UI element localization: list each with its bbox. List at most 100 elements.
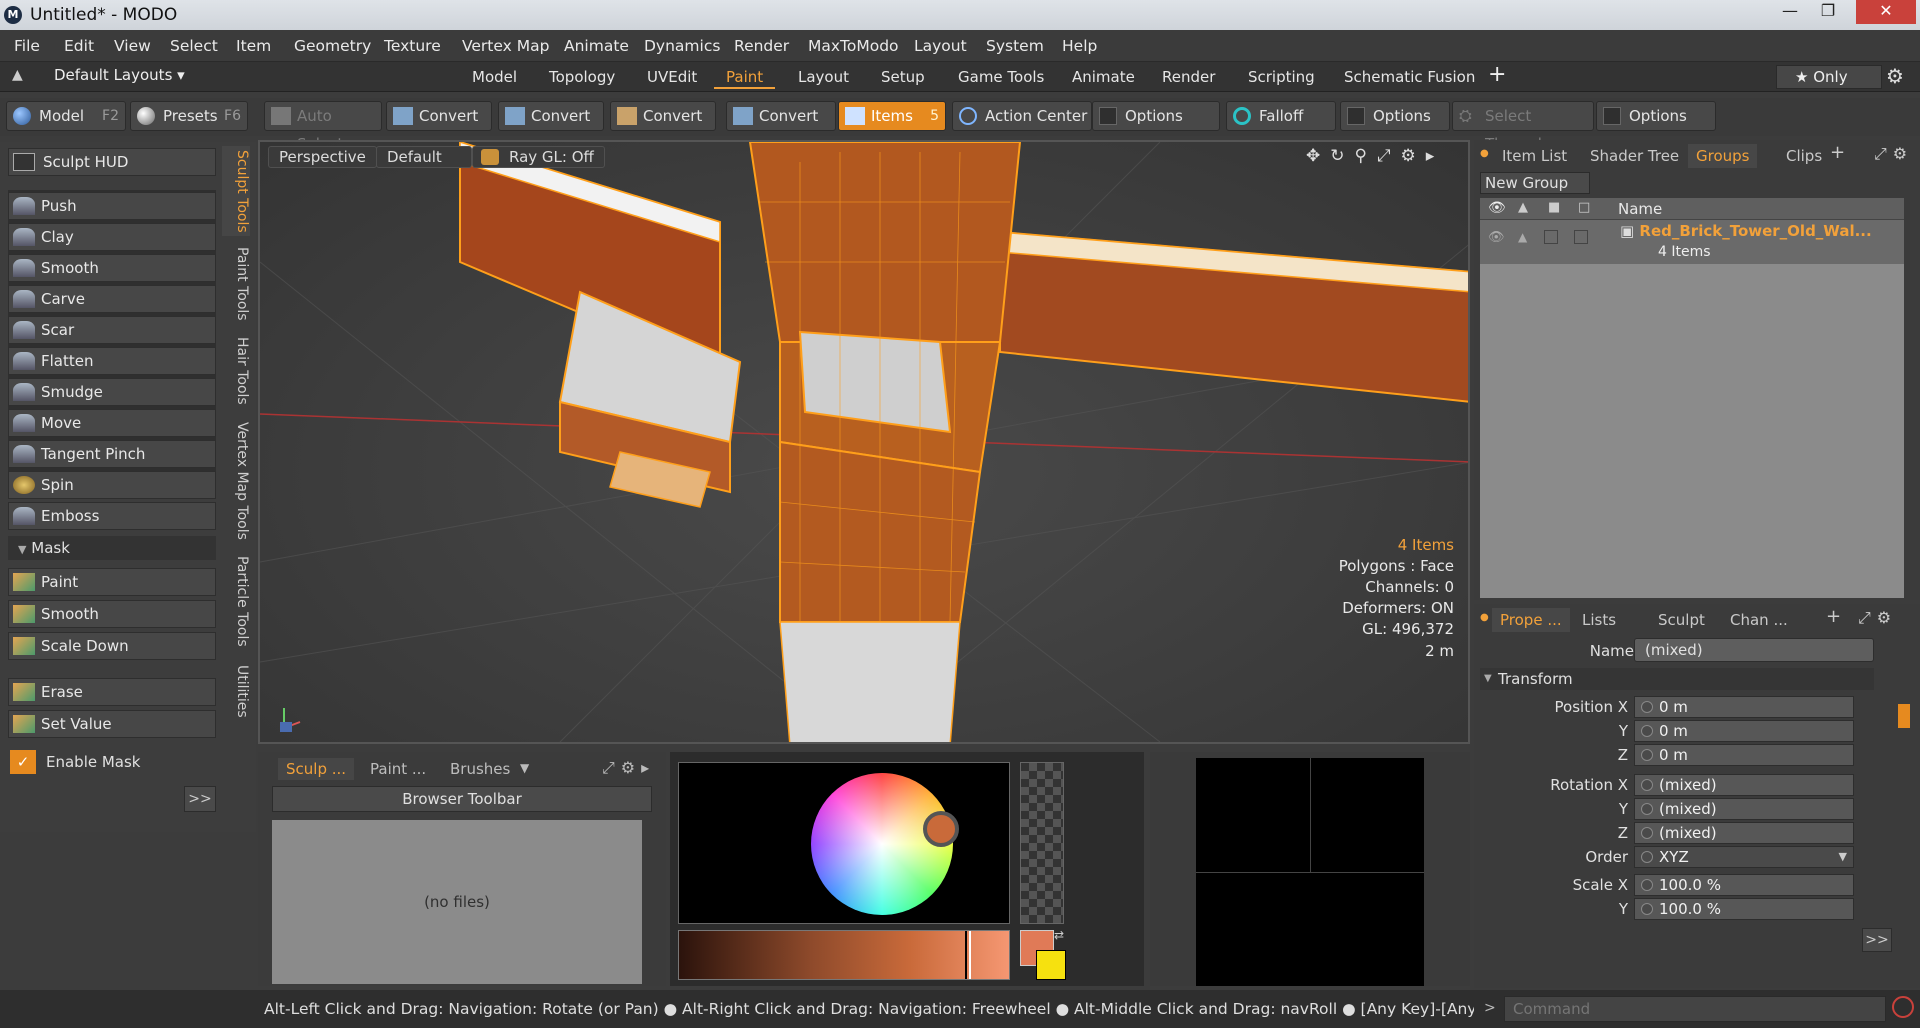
menu-vertex-map[interactable]: Vertex Map	[462, 37, 549, 55]
shading-dropdown[interactable]: Default	[376, 146, 472, 168]
tool-clay[interactable]: Clay	[8, 223, 216, 251]
presets-button[interactable]: Presets F6	[130, 101, 248, 131]
panel-options-icons[interactable]: ⤢⚙▸	[602, 758, 655, 778]
add-panel-button[interactable]: +	[1826, 606, 1841, 627]
convert-button-3[interactable]: Convert	[610, 101, 716, 131]
name-column-header[interactable]: Name	[1618, 200, 1662, 218]
menu-maxtomodo[interactable]: MaxToModo	[808, 37, 899, 55]
select-icon[interactable]: □	[1578, 200, 1590, 215]
file-browser-area[interactable]: (no files)	[272, 820, 642, 984]
render-icon[interactable]: ▲	[1518, 230, 1527, 244]
mask-smooth[interactable]: Smooth	[8, 600, 216, 628]
menu-animate[interactable]: Animate	[564, 37, 629, 55]
secondary-color-swatch[interactable]	[1036, 950, 1066, 980]
lock-icon[interactable]: ■	[1548, 200, 1560, 215]
value-gradient-slider[interactable]	[678, 930, 1010, 980]
select-through-options-button[interactable]: Options	[1596, 101, 1716, 131]
tab-paint-tools[interactable]: Paint Tools	[222, 244, 250, 324]
action-center-button[interactable]: Action Center	[952, 101, 1092, 131]
tab-particle-tools[interactable]: Particle Tools	[222, 552, 250, 650]
tool-carve[interactable]: Carve	[8, 285, 216, 313]
only-button[interactable]: ★ Only	[1776, 65, 1882, 89]
keyframe-dot-icon[interactable]	[1641, 701, 1653, 713]
menu-system[interactable]: System	[986, 37, 1044, 55]
value-slider-handle[interactable]	[965, 931, 971, 979]
tab-vertex-map-tools[interactable]: Vertex Map Tools	[222, 418, 250, 544]
tab-clips[interactable]: Clips	[1778, 144, 1830, 168]
menu-view[interactable]: View	[114, 37, 151, 55]
tab-brushes[interactable]: Brushes	[442, 758, 518, 780]
tab-groups[interactable]: Groups	[1688, 144, 1758, 168]
browser-toolbar-button[interactable]: Browser Toolbar	[272, 786, 652, 812]
tab-topology[interactable]: Topology	[537, 65, 627, 89]
preview-image[interactable]	[1196, 758, 1424, 986]
menu-texture[interactable]: Texture	[384, 37, 441, 55]
tab-utilities[interactable]: Utilities	[222, 658, 250, 724]
tab-item-list[interactable]: Item List	[1494, 144, 1575, 168]
keyframe-dot-icon[interactable]	[1641, 725, 1653, 737]
raygl-dropdown[interactable]: Ray GL: Off	[472, 146, 605, 168]
render-icon[interactable]: ▲	[1518, 200, 1528, 215]
mask-scale-down[interactable]: Scale Down	[8, 632, 216, 660]
tab-scripting[interactable]: Scripting	[1236, 65, 1327, 89]
convert-button-1[interactable]: Convert	[386, 101, 492, 131]
menu-select[interactable]: Select	[170, 37, 218, 55]
tab-setup[interactable]: Setup	[869, 65, 937, 89]
sculpt-hud-button[interactable]: Sculpt HUD	[8, 148, 216, 176]
menu-edit[interactable]: Edit	[64, 37, 94, 55]
color-selector-handle[interactable]	[923, 811, 959, 847]
expand-more-button[interactable]: >>	[184, 786, 216, 812]
select-through-button[interactable]: ⛭ Select Through	[1452, 101, 1594, 153]
alpha-slider[interactable]	[1020, 762, 1064, 924]
view-mode-dropdown[interactable]: Perspective	[268, 146, 377, 168]
keyframe-dot-icon[interactable]	[1641, 803, 1653, 815]
add-tab-button[interactable]: +	[1488, 62, 1506, 87]
tab-sculpt-presets[interactable]: Sculp ...	[278, 758, 355, 780]
action-center-options-button[interactable]: Options	[1092, 101, 1220, 131]
tab-hair-tools[interactable]: Hair Tools	[222, 334, 250, 408]
convert-button-2[interactable]: Convert	[498, 101, 604, 131]
color-wheel-area[interactable]	[678, 762, 1010, 924]
menu-layout[interactable]: Layout	[914, 37, 967, 55]
visibility-eye-icon[interactable]: 👁	[1488, 230, 1505, 245]
tab-sculpt-tools[interactable]: Sculpt Tools	[222, 146, 250, 236]
tool-scar[interactable]: Scar	[8, 316, 216, 344]
3d-viewport[interactable]: Perspective Default Ray GL: Off ✥↻⚲⤢⚙▸ 4…	[258, 140, 1470, 744]
visibility-eye-icon[interactable]: 👁	[1488, 200, 1506, 216]
layout-preset-dropdown[interactable]: Default Layouts ▾	[54, 66, 185, 84]
tab-layout[interactable]: Layout	[786, 65, 861, 89]
tool-push[interactable]: Push	[8, 192, 216, 220]
tab-animate[interactable]: Animate	[1060, 65, 1147, 89]
tab-properties[interactable]: Prope ...	[1492, 608, 1570, 632]
mask-set-value[interactable]: Set Value	[8, 710, 216, 738]
falloff-button[interactable]: Falloff	[1226, 101, 1336, 131]
scale-x-field[interactable]: 100.0 %	[1634, 874, 1854, 896]
tab-sculpt[interactable]: Sculpt	[1650, 608, 1713, 632]
keyframe-dot-icon[interactable]	[1641, 749, 1653, 761]
name-field[interactable]: (mixed)	[1634, 638, 1874, 662]
color-wheel[interactable]	[811, 773, 959, 915]
keyframe-dot-icon[interactable]	[1641, 779, 1653, 791]
tab-channels[interactable]: Chan ...	[1722, 608, 1796, 632]
convert-button-4[interactable]: Convert	[726, 101, 836, 131]
menu-render[interactable]: Render	[734, 37, 789, 55]
side-scroll-tab[interactable]	[1898, 704, 1910, 728]
new-group-button[interactable]: New Group	[1480, 172, 1590, 194]
tab-lists[interactable]: Lists	[1574, 608, 1624, 632]
tab-render[interactable]: Render	[1150, 65, 1227, 89]
lock-toggle-icon[interactable]	[1544, 230, 1558, 244]
command-input[interactable]	[1504, 996, 1886, 1022]
tab-game-tools[interactable]: Game Tools	[946, 65, 1056, 89]
position-y-field[interactable]: 0 m	[1634, 720, 1854, 742]
tool-tangent-pinch[interactable]: Tangent Pinch	[8, 440, 216, 468]
keyframe-dot-icon[interactable]	[1641, 903, 1653, 915]
menu-help[interactable]: Help	[1062, 37, 1097, 55]
position-x-field[interactable]: 0 m	[1634, 696, 1854, 718]
groups-list[interactable]: 👁 ▲ ■ □ Name 👁 ▲ ▣ Red_Brick_Tower_Old_W…	[1480, 198, 1904, 598]
tool-move[interactable]: Move	[8, 409, 216, 437]
auto-select-button[interactable]: Auto Select	[264, 101, 382, 153]
rotation-y-field[interactable]: (mixed)	[1634, 798, 1854, 820]
menu-item[interactable]: Item	[236, 37, 271, 55]
minimize-icon[interactable]: —	[1770, 0, 1810, 24]
record-icon[interactable]	[1892, 996, 1914, 1018]
